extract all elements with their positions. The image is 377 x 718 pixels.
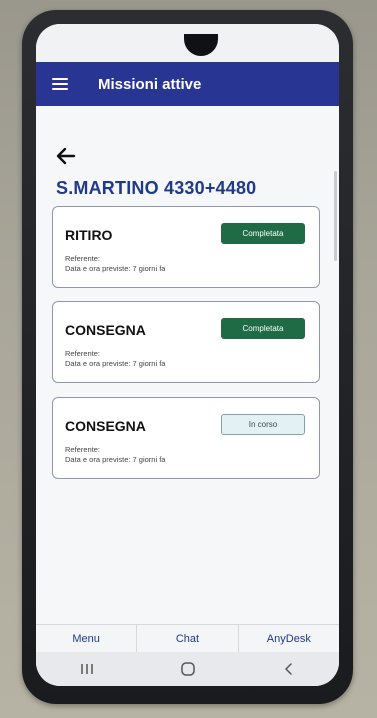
mission-referent: Referente: <box>65 254 101 263</box>
status-badge: Completata <box>221 223 305 244</box>
mission-card[interactable]: RITIRO Completata Referente: Data e ora … <box>52 206 320 288</box>
mission-card[interactable]: CONSEGNA Completata Referente: Data e or… <box>52 301 320 383</box>
nav-menu-button[interactable]: Menu <box>36 625 138 653</box>
mission-type: CONSEGNA <box>65 418 146 434</box>
mission-card[interactable]: CONSEGNA In corso Referente: Data e ora … <box>52 397 320 479</box>
mission-date: Data e ora previste: 7 giorni fa <box>65 455 166 464</box>
system-nav-bar <box>36 652 339 686</box>
phone-frame: Missioni attive S.MARTINO 4330+4480 RITI… <box>22 10 353 704</box>
app-bar: Missioni attive <box>36 62 339 106</box>
home-icon[interactable] <box>168 659 208 679</box>
mission-type: RITIRO <box>65 227 113 243</box>
app-title: Missioni attive <box>98 75 202 93</box>
bottom-nav: Menu Chat AnyDesk <box>36 624 339 653</box>
page-title: S.MARTINO 4330+4480 <box>56 178 257 198</box>
scrollbar[interactable] <box>334 171 337 261</box>
arrow-left-icon[interactable] <box>54 144 78 168</box>
nav-anydesk-button[interactable]: AnyDesk <box>239 625 339 653</box>
mission-date: Data e ora previste: 7 giorni fa <box>65 359 166 368</box>
mission-referent: Referente: <box>65 349 101 358</box>
mission-date: Data e ora previste: 7 giorni fa <box>65 264 166 273</box>
status-badge: In corso <box>221 414 305 435</box>
screen: Missioni attive S.MARTINO 4330+4480 RITI… <box>36 24 339 686</box>
mission-type: CONSEGNA <box>65 322 146 338</box>
hamburger-icon[interactable] <box>52 78 68 90</box>
nav-chat-button[interactable]: Chat <box>137 625 239 653</box>
back-icon[interactable] <box>269 659 309 679</box>
recents-icon[interactable] <box>67 659 107 679</box>
mission-referent: Referente: <box>65 445 101 454</box>
main-content: S.MARTINO 4330+4480 RITIRO Completata Re… <box>36 106 339 624</box>
status-badge: Completata <box>221 318 305 339</box>
